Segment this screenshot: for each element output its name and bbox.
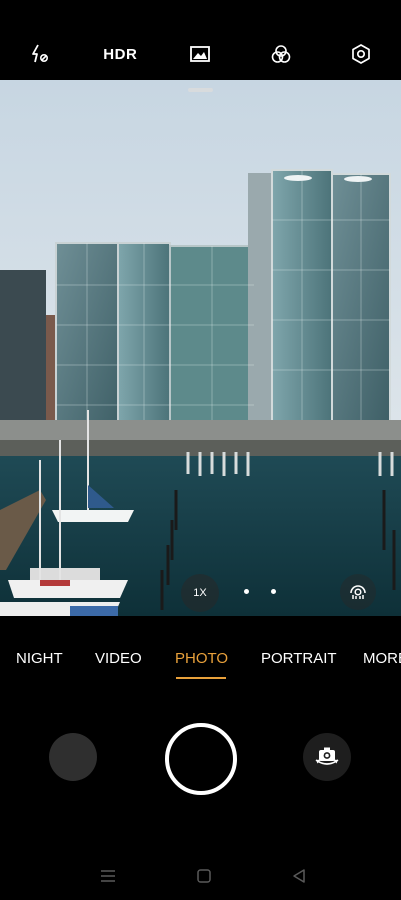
camera-flip-icon[interactable] xyxy=(303,733,351,781)
image-icon[interactable] xyxy=(176,34,224,74)
mode-photo[interactable]: PHOTO xyxy=(175,650,228,667)
zoom-option-dot[interactable] xyxy=(271,589,276,594)
drawer-handle[interactable] xyxy=(188,88,213,92)
active-mode-indicator xyxy=(176,677,226,679)
portrait-lens-icon[interactable] xyxy=(340,574,376,610)
mode-night[interactable]: NIGHT xyxy=(16,650,63,667)
zoom-option-dot[interactable] xyxy=(244,589,249,594)
display-notch xyxy=(170,0,232,22)
camera-screen: HDR 1X NIGHT VIDEO PHOTO PORTRAIT MOR xyxy=(0,0,401,900)
home-icon[interactable] xyxy=(192,866,216,886)
settings-icon[interactable] xyxy=(337,34,385,74)
mode-portrait[interactable]: PORTRAIT xyxy=(261,650,337,667)
camera-viewfinder[interactable]: 1X xyxy=(0,80,401,616)
mode-video[interactable]: VIDEO xyxy=(95,650,142,667)
filters-icon[interactable] xyxy=(257,34,305,74)
zoom-button[interactable]: 1X xyxy=(181,574,219,612)
camera-mode-selector: NIGHT VIDEO PHOTO PORTRAIT MORE xyxy=(0,640,401,680)
menu-icon[interactable] xyxy=(96,866,120,886)
gallery-thumbnail[interactable] xyxy=(49,733,97,781)
mode-more[interactable]: MORE xyxy=(363,650,401,667)
shutter-button[interactable] xyxy=(165,723,237,795)
hdr-button[interactable]: HDR xyxy=(96,34,144,74)
system-nav-bar xyxy=(0,860,401,892)
viewfinder-scene xyxy=(0,80,401,616)
back-icon[interactable] xyxy=(287,866,311,886)
camera-top-bar: HDR xyxy=(0,28,401,80)
flash-off-icon[interactable] xyxy=(16,34,64,74)
